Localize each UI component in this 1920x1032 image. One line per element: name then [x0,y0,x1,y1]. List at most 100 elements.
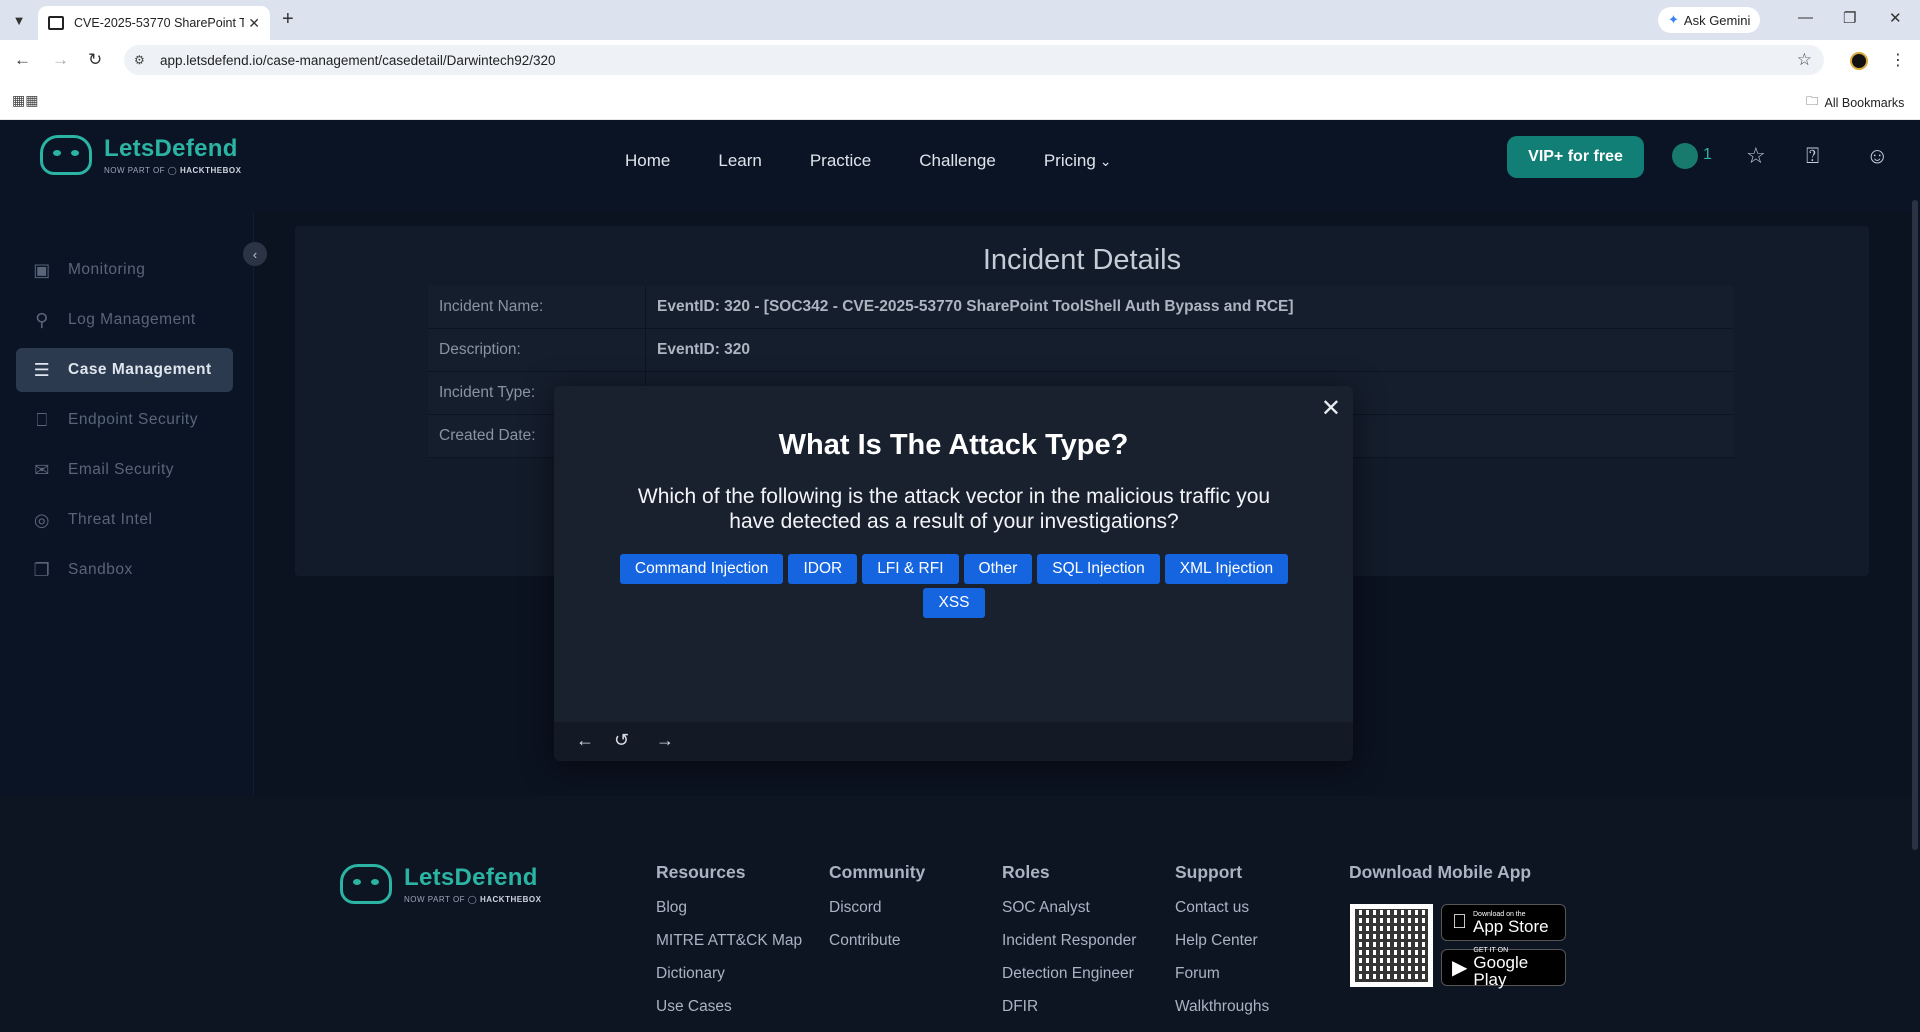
restore-icon[interactable]: ❐ [1843,9,1856,27]
google-play-badge[interactable]: ▶ GET IT ON Google Play [1441,947,1566,988]
user-icon[interactable]: ☺ [1866,143,1888,169]
sidebar-item-log-management[interactable]: ⚲ Log Management [16,298,233,342]
footer-logo-sub: NOW PART OF ◯ HACKTHEBOX [404,895,542,904]
footer-letsdefend-logo[interactable]: LetsDefend NOW PART OF ◯ HACKTHEBOX [340,864,541,904]
sidebar-item-threat-intel[interactable]: ◎ Threat Intel [16,498,233,542]
footer-col-resources: Resources Blog MITRE ATT&CK Map Dictiona… [656,862,802,1031]
folder-icon: 🗀 [1806,94,1819,108]
footer-link[interactable]: Detection Engineer [1002,965,1136,983]
sidebar-item-case-management[interactable]: ☰ Case Management [16,348,233,392]
browser-tab[interactable]: CVE-2025-53770 SharePoint To ✕ [38,6,270,40]
sidebar-item-label: Endpoint Security [68,411,198,428]
footer-col-support: Support Contact us Help Center Forum Wal… [1175,862,1269,1031]
letsdefend-logo[interactable]: LetsDefend NOW PART OF ◯ HACKTHEBOX [40,135,241,175]
play-icon: ▶ [1452,957,1468,979]
close-icon[interactable]: ✕ [1321,394,1341,423]
sidebar-item-monitoring[interactable]: ▣ Monitoring [16,248,233,292]
footer-link[interactable]: Help Center [1175,932,1269,950]
sidebar-item-email-security[interactable]: ✉ Email Security [16,448,233,492]
attack-type-options: Command Injection IDOR LFI & RFI Other S… [594,554,1314,618]
sidebar-item-label: Log Management [68,311,196,328]
footer-link[interactable]: Dictionary [656,965,802,983]
footer-link[interactable]: Incident Responder [1002,932,1136,950]
footer-heading: Roles [1002,862,1050,882]
ask-gemini-button[interactable]: ✦ Ask Gemini [1658,7,1761,33]
sidebar-item-sandbox[interactable]: ❐ Sandbox [16,548,233,592]
gemini-star-icon: ✦ [1668,12,1679,27]
tab-list-chevron-icon[interactable]: ▼ [8,9,30,31]
footer-link[interactable]: Forum [1175,965,1269,983]
tab-close-icon[interactable]: ✕ [248,15,260,32]
sidebar-item-endpoint-security[interactable]: ⎕ Endpoint Security [16,398,233,442]
option-lfi-rfi-button[interactable]: LFI & RFI [862,554,959,584]
ask-gemini-label: Ask Gemini [1683,12,1751,28]
option-xss-button[interactable]: XSS [923,588,985,618]
main-nav: Home Learn Practice Challenge Pricing ⌄ [625,151,1112,171]
url-input[interactable]: ⚙ app.letsdefend.io/case-management/case… [124,45,1824,75]
window-close-icon[interactable]: ✕ [1889,9,1902,27]
vip-button[interactable]: VIP+ for free [1507,136,1644,178]
attack-type-modal: ✕ What Is The Attack Type? Which of the … [554,386,1353,761]
option-xml-injection-button[interactable]: XML Injection [1164,554,1289,584]
logo-sub: NOW PART OF ◯ HACKTHEBOX [104,166,242,175]
footer-link[interactable]: Blog [656,899,802,917]
option-command-injection-button[interactable]: Command Injection [619,554,784,584]
nav-home[interactable]: Home [625,151,670,171]
sidebar-item-label: Threat Intel [68,511,153,528]
modal-question: Which of the following is the attack vec… [637,485,1271,533]
option-other-button[interactable]: Other [963,554,1033,584]
footer-link[interactable]: SOC Analyst [1002,899,1136,917]
forward-icon[interactable]: → [52,50,69,70]
nav-learn[interactable]: Learn [718,151,761,171]
site-info-icon[interactable]: ⚙ [134,53,150,67]
sidebar-collapse-chevron-icon[interactable]: ‹ [243,242,267,266]
search-icon: ⚲ [35,309,49,330]
monitor-icon: ▣ [33,259,51,280]
browser-menu-icon[interactable]: ⋮ [1890,50,1906,70]
address-bar-row: ← → ↻ ⚙ app.letsdefend.io/case-managemen… [0,40,1920,80]
app-store-badge[interactable]:  Download on theApp Store [1441,904,1566,941]
new-tab-icon[interactable]: + [282,8,294,31]
profile-avatar[interactable] [1850,52,1868,70]
minimize-icon[interactable]: — [1798,9,1813,26]
all-bookmarks-button[interactable]: 🗀 All Bookmarks [1806,92,1904,113]
logo-name: LetsDefend [104,135,238,162]
all-bookmarks-label: All Bookmarks [1824,95,1905,110]
globe-icon[interactable] [1672,143,1698,169]
footer-link[interactable]: Contact us [1175,899,1269,917]
help-icon[interactable]: ⍰ [1806,143,1819,169]
page-scrollbar[interactable] [1912,200,1918,850]
footer-heading: Community [829,862,926,882]
row-key: Incident Name: [428,286,646,328]
footer-link[interactable]: Discord [829,899,925,917]
footer-link[interactable]: Use Cases [656,998,802,1016]
nav-practice[interactable]: Practice [810,151,871,171]
footer-link[interactable]: Walkthroughs [1175,998,1269,1016]
footer-heading: Resources [656,862,746,882]
previous-arrow-icon[interactable]: ← [576,730,594,751]
footer-heading: Download Mobile App [1349,862,1532,882]
footer-link[interactable]: MITRE ATT&CK Map [656,932,802,950]
row-value: EventID: 320 [646,329,1733,371]
option-sql-injection-button[interactable]: SQL Injection [1037,554,1160,584]
nav-challenge[interactable]: Challenge [919,151,996,171]
apps-grid-icon[interactable]: ▦▦ [12,92,38,109]
tab-title: CVE-2025-53770 SharePoint To [74,16,244,30]
qr-code [1350,904,1433,987]
reload-icon[interactable]: ↻ [88,50,102,70]
footer-link[interactable]: Contribute [829,932,925,950]
box-icon: ❐ [33,559,51,580]
laptop-icon: ⎕ [36,409,48,430]
footer-link[interactable]: DFIR [1002,998,1136,1016]
nav-pricing[interactable]: Pricing ⌄ [1044,151,1112,171]
option-idor-button[interactable]: IDOR [788,554,858,584]
reset-icon[interactable]: ↺ [614,730,629,751]
next-arrow-icon[interactable]: → [656,730,674,751]
sidebar-item-label: Sandbox [68,561,133,578]
bookmark-star-icon[interactable]: ☆ [1797,50,1812,70]
trophy-icon[interactable]: ☆ [1746,143,1766,169]
browser-tab-bar: ▼ CVE-2025-53770 SharePoint To ✕ + ✦ Ask… [0,0,1920,40]
url-text: app.letsdefend.io/case-management/casede… [160,52,556,68]
back-icon[interactable]: ← [14,50,31,70]
site-footer: LetsDefend NOW PART OF ◯ HACKTHEBOX Reso… [0,796,1920,1032]
